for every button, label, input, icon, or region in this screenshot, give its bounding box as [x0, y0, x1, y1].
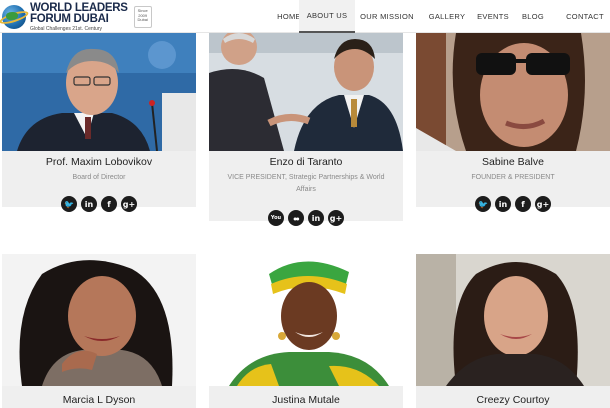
team-card: Creezy Courtoy — [416, 254, 610, 408]
member-role: Board of Director — [72, 174, 126, 181]
nav-about-us[interactable]: ABOUT US — [299, 0, 355, 33]
logo-line-2: FORUM DUBAI — [30, 13, 109, 25]
team-card: Marcia L Dyson — [2, 254, 196, 408]
social-links: You ●● in g+ — [209, 210, 403, 226]
google-plus-icon[interactable]: g+ — [121, 196, 137, 212]
linkedin-icon[interactable]: in — [81, 196, 97, 212]
site-logo[interactable]: WORLD LEADERS FORUM DUBAI Global Challen… — [0, 2, 152, 32]
nav-gallery[interactable]: GALLERY — [427, 0, 467, 33]
member-photo — [209, 33, 403, 151]
twitter-icon[interactable]: 🐦 — [61, 196, 77, 212]
member-role: FOUNDER & PRESIDENT — [471, 174, 555, 181]
member-name: Creezy Courtoy — [476, 394, 550, 406]
facebook-icon[interactable]: f — [101, 196, 117, 212]
member-photo — [2, 254, 196, 386]
logo-tagline: Global Challenges 21st. Century — [30, 25, 102, 32]
member-role: VICE PRESIDENT, Strategic Partnerships &… — [227, 174, 385, 193]
google-plus-icon[interactable]: g+ — [328, 210, 344, 226]
member-name: Justina Mutale — [272, 394, 340, 406]
logo-text: WORLD LEADERS FORUM DUBAI Global Challen… — [30, 2, 128, 32]
since-badge: Since 2009 Dubai — [133, 6, 152, 28]
social-links: 🐦 in f g+ — [416, 196, 610, 212]
team-card: Justina Mutale — [209, 254, 403, 408]
member-name: Enzo di Taranto — [269, 156, 343, 168]
nav-our-mission[interactable]: OUR MISSION — [360, 0, 414, 33]
nav-events[interactable]: EVENTS — [476, 0, 510, 33]
member-photo — [2, 33, 196, 151]
globe-logo-icon — [0, 5, 30, 29]
team-card: Sabine Balve FOUNDER & PRESIDENT 🐦 in f … — [416, 33, 610, 212]
team-card: Enzo di Taranto VICE PRESIDENT, Strategi… — [209, 33, 403, 226]
member-name: Sabine Balve — [482, 156, 544, 168]
linkedin-icon[interactable]: in — [308, 210, 324, 226]
member-photo — [209, 254, 403, 386]
flickr-icon[interactable]: ●● — [288, 210, 304, 226]
member-photo — [416, 254, 610, 386]
nav-blog[interactable]: BLOG — [520, 0, 546, 33]
facebook-icon[interactable]: f — [515, 196, 531, 212]
page: WORLD LEADERS FORUM DUBAI Global Challen… — [0, 0, 610, 408]
member-name: Prof. Maxim Lobovikov — [45, 156, 153, 168]
twitter-icon[interactable]: 🐦 — [475, 196, 491, 212]
team-card: Prof. Maxim Lobovikov Board of Director … — [2, 33, 196, 212]
linkedin-icon[interactable]: in — [495, 196, 511, 212]
nav-contact[interactable]: CONTACT — [564, 0, 606, 33]
member-photo — [416, 33, 610, 151]
social-links: 🐦 in f g+ — [2, 196, 196, 212]
google-plus-icon[interactable]: g+ — [535, 196, 551, 212]
member-name: Marcia L Dyson — [62, 394, 136, 406]
site-header: WORLD LEADERS FORUM DUBAI Global Challen… — [0, 0, 610, 33]
youtube-icon[interactable]: You — [268, 210, 284, 226]
